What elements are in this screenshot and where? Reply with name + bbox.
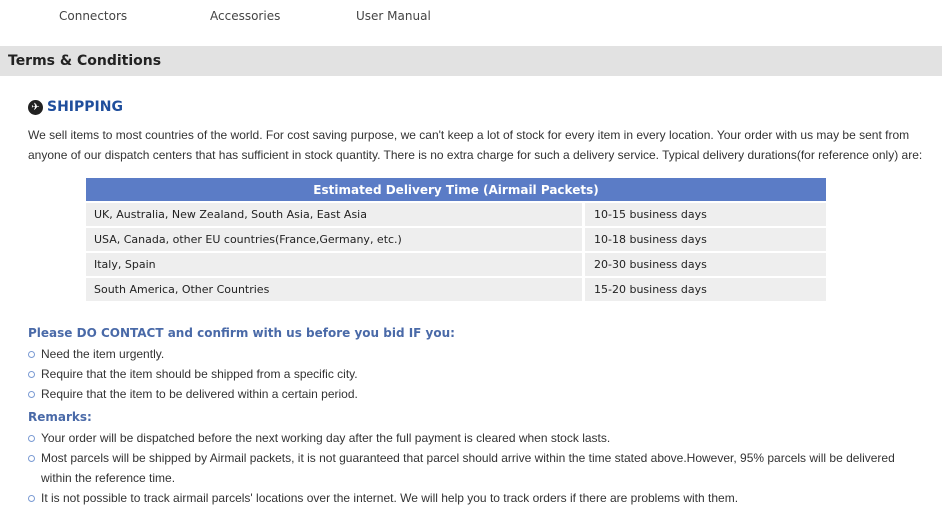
duration-cell: 15-20 business days xyxy=(582,278,826,301)
list-item: Your order will be dispatched before the… xyxy=(28,428,920,448)
contact-list: Need the item urgently. Require that the… xyxy=(28,344,920,404)
bullet-icon xyxy=(28,351,35,358)
duration-cell: 20-30 business days xyxy=(582,253,826,276)
table-row: South America, Other Countries 15-20 bus… xyxy=(86,278,826,301)
list-item: Require that the item to be delivered wi… xyxy=(28,384,920,404)
region-cell: Italy, Spain xyxy=(86,253,582,276)
shipping-title: SHIPPING xyxy=(47,99,123,115)
airplane-icon: ✈ xyxy=(28,100,43,115)
table-row: Italy, Spain 20-30 business days xyxy=(86,253,826,276)
list-item-text: It is not possible to track airmail parc… xyxy=(41,491,739,505)
list-item-text: Need the item urgently. xyxy=(41,347,165,361)
remarks-heading: Remarks: xyxy=(28,410,92,424)
duration-cell: 10-15 business days xyxy=(582,203,826,226)
list-item-text: Most parcels will be shipped by Airmail … xyxy=(41,451,895,485)
list-item: It is not possible to track airmail parc… xyxy=(28,488,920,508)
delivery-table-header: Estimated Delivery Time (Airmail Packets… xyxy=(86,178,826,201)
terms-conditions-bar: Terms & Conditions xyxy=(0,46,942,76)
terms-conditions-title: Terms & Conditions xyxy=(8,53,162,69)
nav-link-user-manual[interactable]: User Manual xyxy=(356,9,431,23)
region-cell: UK, Australia, New Zealand, South Asia, … xyxy=(86,203,582,226)
bullet-icon xyxy=(28,435,35,442)
table-row: USA, Canada, other EU countries(France,G… xyxy=(86,228,826,251)
bullet-icon xyxy=(28,455,35,462)
region-cell: USA, Canada, other EU countries(France,G… xyxy=(86,228,582,251)
list-item: Most parcels will be shipped by Airmail … xyxy=(28,448,920,488)
nav-link-connectors[interactable]: Connectors xyxy=(59,9,127,23)
contact-heading: Please DO CONTACT and confirm with us be… xyxy=(28,326,455,340)
bullet-icon xyxy=(28,371,35,378)
region-cell: South America, Other Countries xyxy=(86,278,582,301)
remarks-list: Your order will be dispatched before the… xyxy=(28,428,920,508)
table-row: UK, Australia, New Zealand, South Asia, … xyxy=(86,203,826,226)
nav-link-accessories[interactable]: Accessories xyxy=(210,9,280,23)
list-item-text: Your order will be dispatched before the… xyxy=(41,431,611,445)
list-item-text: Require that the item should be shipped … xyxy=(41,367,358,381)
shipping-intro: We sell items to most countries of the w… xyxy=(28,128,923,162)
bullet-icon xyxy=(28,391,35,398)
list-item-text: Require that the item to be delivered wi… xyxy=(41,387,358,401)
list-item: Require that the item should be shipped … xyxy=(28,364,920,384)
delivery-time-table: Estimated Delivery Time (Airmail Packets… xyxy=(86,176,826,303)
top-navigation: Connectors Accessories User Manual xyxy=(0,0,950,30)
list-item: Need the item urgently. xyxy=(28,344,920,364)
duration-cell: 10-18 business days xyxy=(582,228,826,251)
